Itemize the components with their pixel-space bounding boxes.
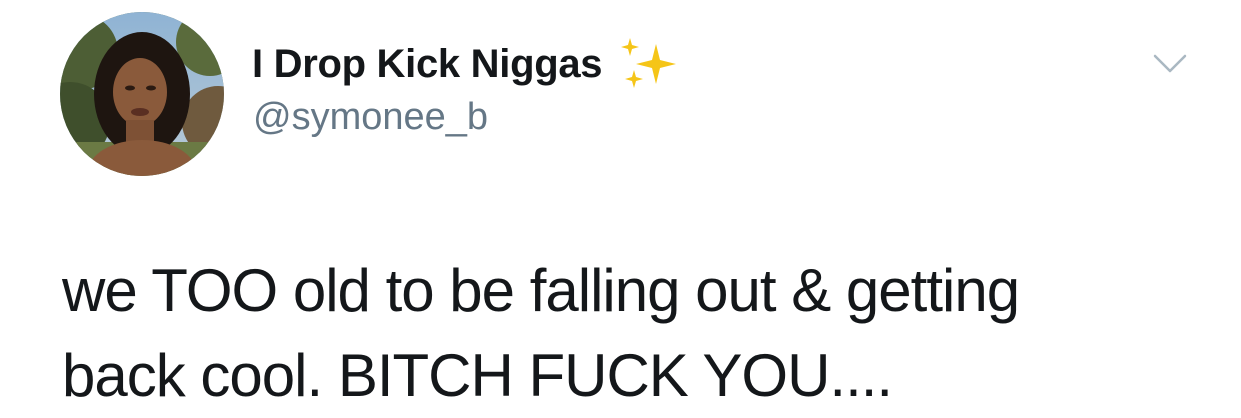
sparkles-icon — [620, 36, 678, 92]
chevron-down-icon[interactable] — [1152, 52, 1188, 76]
display-name[interactable]: I Drop Kick Niggas — [252, 40, 603, 88]
tweet-text-line: back cool. BITCH FUCK YOU.... — [62, 342, 893, 409]
author-handle[interactable]: @symonee_b — [253, 94, 488, 140]
tweet-card: I Drop Kick Niggas @symonee_b we TOO old… — [0, 0, 1241, 413]
tweet-text: we TOO old to be falling out & getting b… — [62, 248, 1212, 418]
author-name-row[interactable]: I Drop Kick Niggas — [252, 36, 678, 92]
avatar-photo — [60, 12, 224, 176]
tweet-text-line: we TOO old to be falling out & getting — [62, 257, 1020, 324]
avatar[interactable] — [60, 12, 224, 176]
